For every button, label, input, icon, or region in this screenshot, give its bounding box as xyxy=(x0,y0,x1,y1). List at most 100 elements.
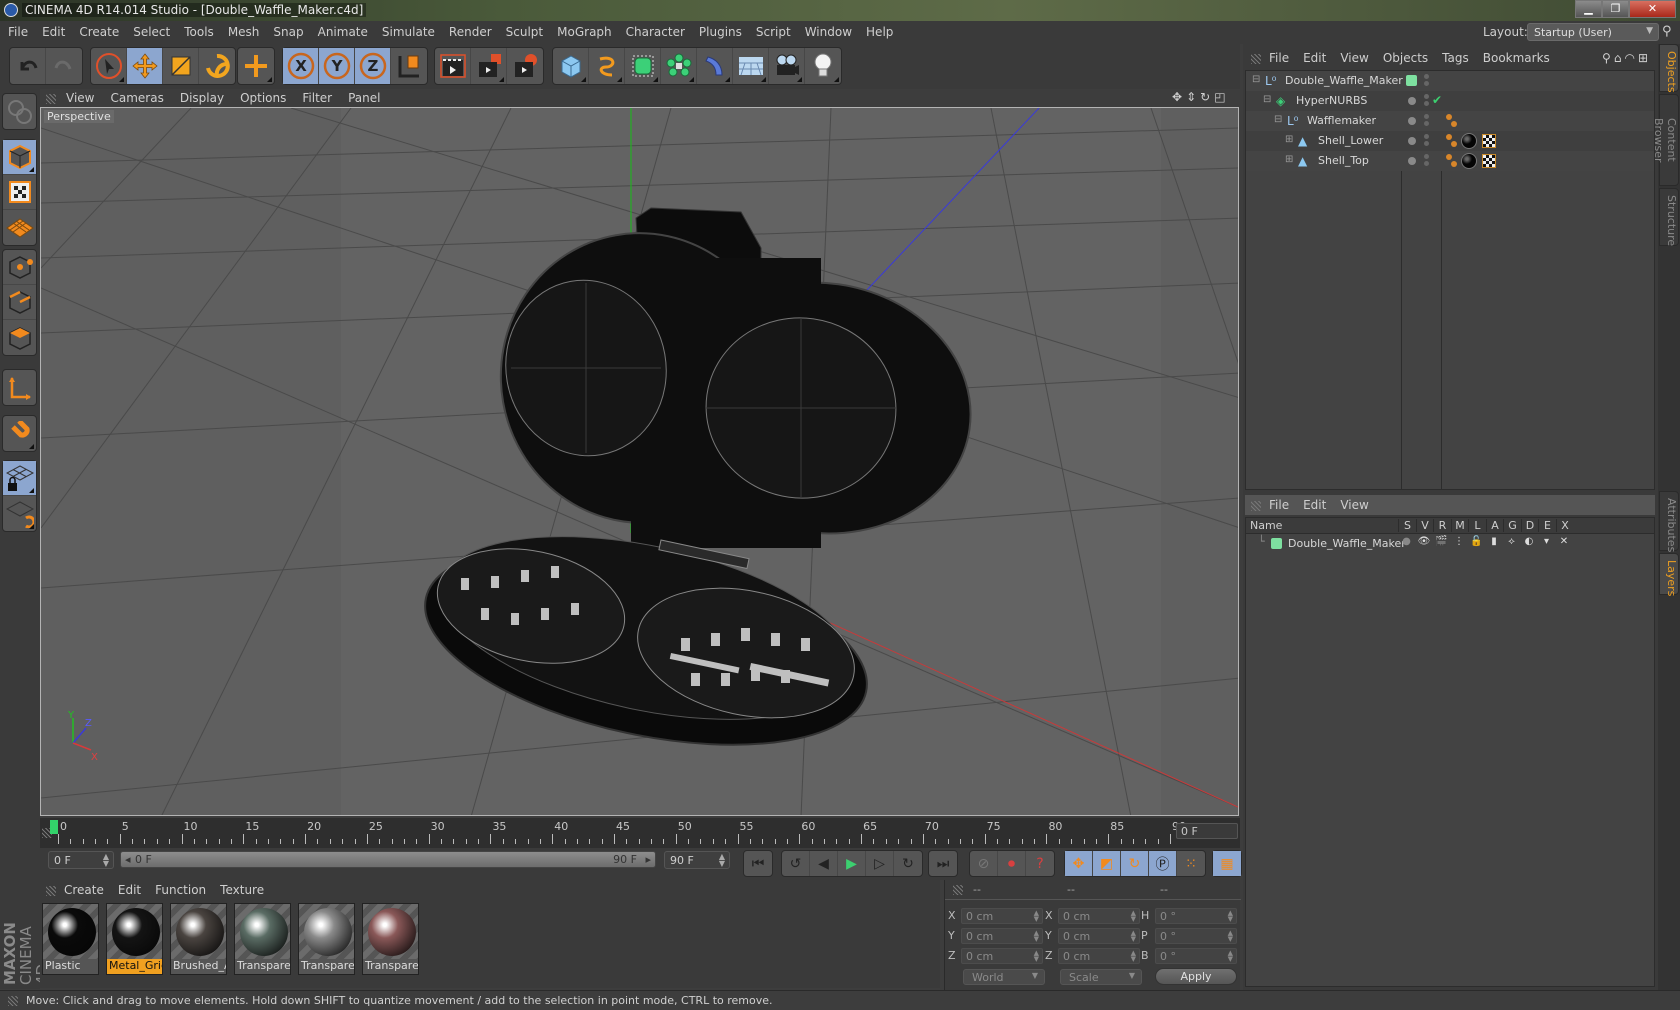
viewport-menu-filter[interactable]: Filter xyxy=(292,89,338,105)
material-menu-function[interactable]: Function xyxy=(147,880,212,897)
material-swatch[interactable]: Brushed_A xyxy=(170,903,227,975)
layer-column-header[interactable]: D xyxy=(1520,519,1539,532)
om-menu-view[interactable]: View xyxy=(1332,48,1374,65)
layer-column-header[interactable]: L xyxy=(1468,519,1486,532)
tab-objects[interactable]: Objects xyxy=(1659,44,1679,93)
search-icon[interactable]: ⚲ xyxy=(1662,24,1672,39)
coordinate-value-field[interactable]: 0 cm ▲ ▼ xyxy=(961,908,1043,924)
collapse-icon[interactable]: ⊟ xyxy=(1252,74,1260,85)
toggle-layout-icon[interactable]: ◰ xyxy=(1214,90,1229,104)
viewport-menu-options[interactable]: Options xyxy=(230,89,292,105)
key-scale-button[interactable]: ◩ xyxy=(1093,851,1121,876)
layer-dot[interactable] xyxy=(1408,117,1416,125)
scale-button[interactable] xyxy=(163,48,199,84)
coordinate-value-field[interactable]: 0 cm ▲ ▼ xyxy=(961,928,1043,944)
panel-grip-handle[interactable] xyxy=(46,886,56,896)
deformer-button[interactable] xyxy=(697,48,733,84)
layer-dot[interactable] xyxy=(1408,97,1416,105)
menu-create[interactable]: Create xyxy=(71,21,125,39)
object-row[interactable]: ⊞ ▲ Shell_Top xyxy=(1246,151,1654,171)
mograph-cloner-button[interactable] xyxy=(661,48,697,84)
manager-icon[interactable]: ⋮ xyxy=(1451,536,1468,547)
motion-record-button[interactable]: ⊘ xyxy=(970,851,998,876)
object-name[interactable]: HyperNURBS xyxy=(1296,94,1367,107)
visibility-toggle[interactable] xyxy=(1424,74,1429,88)
animation-icon[interactable]: ▮ xyxy=(1486,536,1503,547)
snap-button[interactable] xyxy=(3,416,36,451)
menu-snap[interactable]: Snap xyxy=(265,21,309,39)
key-pla-button[interactable]: ⁙ xyxy=(1177,851,1205,876)
key-position-button[interactable]: ✥ xyxy=(1065,851,1093,876)
dolly-icon[interactable]: ⇕ xyxy=(1186,90,1200,104)
preview-range-slider[interactable]: ◂ 0 F 90 F ▸ xyxy=(120,851,656,868)
collapse-icon[interactable]: ⊟ xyxy=(1274,114,1282,125)
coordinate-value-field[interactable]: 0 cm ▲ ▼ xyxy=(1058,908,1140,924)
menu-render[interactable]: Render xyxy=(441,21,498,39)
close-button[interactable]: ✕ xyxy=(1629,0,1676,18)
recent-tool-button[interactable] xyxy=(238,48,274,84)
timeline-ruler[interactable]: 051015202530354045505560657075808590 xyxy=(40,818,1240,848)
tab-layers[interactable]: Layers xyxy=(1659,553,1679,596)
live-selection-button[interactable] xyxy=(91,48,127,84)
om-menu-file[interactable]: File xyxy=(1261,48,1295,65)
menu-sculpt[interactable]: Sculpt xyxy=(498,21,549,39)
expand-icon[interactable]: ⊞ xyxy=(1285,134,1293,145)
menu-select[interactable]: Select xyxy=(125,21,176,39)
min-time-field[interactable]: 0 F ▲ ▼ xyxy=(48,851,114,869)
render-icon[interactable]: 🎬 xyxy=(1433,536,1450,547)
visibility-toggle[interactable] xyxy=(1424,94,1429,108)
orbit-icon[interactable]: ↻ xyxy=(1200,90,1214,104)
material-swatch[interactable]: Metal_Grid xyxy=(106,903,163,975)
expand-icon[interactable]: ⊞ xyxy=(1285,154,1293,165)
layer-row[interactable]: └ Double_Waffle_Maker ● 👁 🎬 ⋮ 🔓 ▮ ⟡ ◐ ▾ ✕ xyxy=(1246,535,1654,553)
generator-icon[interactable]: ⟡ xyxy=(1503,536,1520,547)
nurbs-button[interactable] xyxy=(625,48,661,84)
material-swatch[interactable]: Plastic xyxy=(42,903,99,975)
material-swatch[interactable]: Transparen xyxy=(362,903,419,975)
menu-character[interactable]: Character xyxy=(618,21,691,39)
layer-menu-view[interactable]: View xyxy=(1332,495,1374,512)
current-frame-field[interactable]: 0 F xyxy=(1176,823,1238,839)
object-name[interactable]: Shell_Lower xyxy=(1318,134,1383,147)
current-frame-marker[interactable] xyxy=(50,820,58,834)
menu-mograph[interactable]: MoGraph xyxy=(549,21,618,39)
spline-button[interactable] xyxy=(589,48,625,84)
object-name[interactable]: Double_Waffle_Maker xyxy=(1285,74,1403,87)
material-menu-edit[interactable]: Edit xyxy=(110,880,147,897)
om-menu-objects[interactable]: Objects xyxy=(1375,48,1434,65)
material-tag-icon[interactable] xyxy=(1461,153,1477,169)
layer-menu-file[interactable]: File xyxy=(1261,495,1295,512)
restore-button[interactable]: ❐ xyxy=(1602,0,1629,18)
y-axis-button[interactable]: Y xyxy=(319,48,355,84)
render-settings-button[interactable] xyxy=(507,48,543,84)
next-frame-button[interactable]: ▷ xyxy=(866,851,894,876)
layer-color-swatch[interactable] xyxy=(1406,75,1417,86)
menu-tools[interactable]: Tools xyxy=(176,21,220,39)
menu-script[interactable]: Script xyxy=(748,21,797,39)
layer-column-header[interactable]: V xyxy=(1415,519,1434,532)
key-rotation-button[interactable]: ↻ xyxy=(1121,851,1149,876)
coordinate-system-button[interactable] xyxy=(391,48,427,84)
visibility-toggle[interactable] xyxy=(1424,134,1429,148)
key-parameter-button[interactable]: Ⓟ xyxy=(1149,851,1177,876)
workplane-mode-button[interactable] xyxy=(3,210,36,245)
render-view-button[interactable] xyxy=(435,48,471,84)
coordinate-space-dropdown[interactable]: World ▼ xyxy=(963,969,1045,985)
light-button[interactable] xyxy=(805,48,841,84)
material-tag-icon[interactable] xyxy=(1461,133,1477,149)
size-mode-dropdown[interactable]: Scale ▼ xyxy=(1060,969,1142,985)
layer-dot[interactable] xyxy=(1408,137,1416,145)
points-mode-button[interactable] xyxy=(3,250,36,285)
phong-tag-icon[interactable] xyxy=(1446,114,1452,120)
menu-help[interactable]: Help xyxy=(858,21,899,39)
layer-column-header[interactable]: X xyxy=(1555,519,1574,532)
layer-column-header[interactable]: E xyxy=(1538,519,1556,532)
menu-window[interactable]: Window xyxy=(797,21,858,39)
texture-tag-icon[interactable] xyxy=(1482,134,1496,148)
enabled-check-icon[interactable]: ✔ xyxy=(1432,93,1442,107)
layer-dot[interactable] xyxy=(1408,157,1416,165)
polygons-mode-button[interactable] xyxy=(3,320,36,355)
minimize-button[interactable]: ▁ xyxy=(1575,0,1602,18)
phong-tag-icon[interactable] xyxy=(1451,141,1457,147)
redo-button[interactable] xyxy=(46,48,82,84)
